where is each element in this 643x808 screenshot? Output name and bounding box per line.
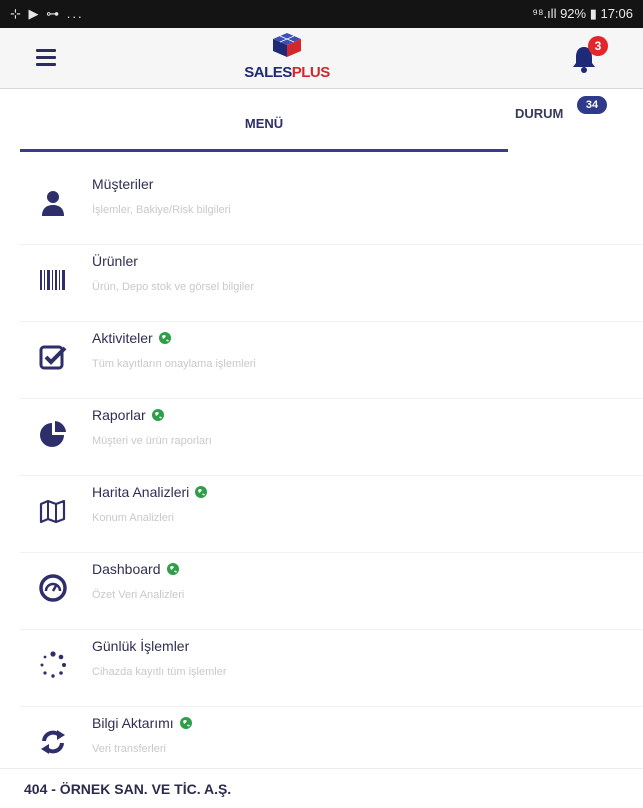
online-globe-icon	[166, 563, 179, 575]
menu-item-title: Ürünler	[92, 253, 138, 269]
menu-item-title: Bilgi Aktarımı	[92, 715, 192, 731]
cube-logo-icon	[273, 33, 301, 57]
online-globe-icon	[158, 332, 171, 344]
brand-name: SALESPLUS	[244, 64, 330, 81]
menu-item-subtitle: Cihazda kayıtlı tüm işlemler	[92, 666, 227, 678]
menu-item-raporlar[interactable]: Raporlar Müşteri ve ürün raporları	[20, 399, 643, 476]
menu-item-aktiviteler[interactable]: Aktiviteler Tüm kayıtların onaylama işle…	[20, 322, 643, 399]
online-globe-icon	[151, 409, 164, 421]
tab-durum[interactable]: DURUM 34	[515, 89, 625, 149]
menu-item-title: Dashboard	[92, 561, 179, 577]
menu-item-musteriler[interactable]: Müşteriler İşlemler, Bakiye/Risk bilgile…	[20, 168, 643, 245]
tab-bar: MENÜ DURUM 34	[0, 89, 643, 152]
menu-item-subtitle: İşlemler, Bakiye/Risk bilgileri	[92, 204, 231, 216]
user-icon	[42, 191, 64, 216]
menu-item-title: Harita Analizleri	[92, 484, 208, 500]
durum-count-badge: 34	[577, 96, 607, 114]
barcode-icon	[40, 270, 65, 290]
online-globe-icon	[179, 717, 192, 729]
tab-menu[interactable]: MENÜ	[20, 89, 508, 152]
menu-item-subtitle: Konum Analizleri	[92, 512, 174, 524]
app-bar: SALESPLUS 3	[0, 28, 643, 89]
pie-chart-icon	[40, 421, 66, 447]
footer: 404 - ÖRNEK SAN. VE TİC. A.Ş.	[0, 768, 643, 808]
menu-item-subtitle: Ürün, Depo stok ve görsel bilgiler	[92, 281, 255, 293]
tab-durum-label: DURUM	[515, 106, 564, 121]
map-icon	[39, 499, 66, 524]
menu-item-subtitle: Özet Veri Analizleri	[92, 589, 185, 601]
main-menu: Müşteriler İşlemler, Bakiye/Risk bilgile…	[20, 168, 643, 784]
sync-icon	[41, 730, 65, 754]
menu-item-title: Aktiviteler	[92, 330, 171, 346]
salesplus-logo: SALESPLUS	[237, 32, 337, 84]
menu-item-gunluk-islemler[interactable]: Günlük İşlemler Cihazda kayıtlı tüm işle…	[20, 630, 643, 707]
status-bar-right: ⁹⁸.ıll 92% ▮ 17:06	[532, 6, 633, 21]
menu-item-title: Günlük İşlemler	[92, 638, 190, 654]
status-bar: ⊹ ▶ ⊶ ... ⁹⁸.ıll 92% ▮ 17:06	[0, 0, 643, 28]
menu-item-title: Müşteriler	[92, 176, 154, 192]
menu-item-urunler[interactable]: Ürünler Ürün, Depo stok ve görsel bilgil…	[20, 245, 643, 322]
status-bar-left-icons: ⊹ ▶ ⊶ ...	[10, 6, 84, 21]
menu-item-harita-analizleri[interactable]: Harita Analizleri Konum Analizleri	[20, 476, 643, 553]
menu-item-subtitle: Müşteri ve ürün raporları	[92, 435, 212, 447]
online-globe-icon	[195, 486, 208, 498]
menu-item-subtitle: Tüm kayıtların onaylama işlemleri	[92, 358, 256, 370]
notification-badge: 3	[588, 36, 608, 56]
dashboard-icon	[39, 574, 67, 602]
tab-menu-label: MENÜ	[244, 116, 284, 131]
menu-icon[interactable]	[36, 49, 56, 66]
menu-item-dashboard[interactable]: Dashboard Özet Veri Analizleri	[20, 553, 643, 630]
spinner-icon	[40, 651, 66, 678]
company-name: 404 - ÖRNEK SAN. VE TİC. A.Ş.	[24, 781, 232, 797]
checkbox-icon	[39, 345, 67, 370]
menu-item-title: Raporlar	[92, 407, 164, 423]
menu-item-subtitle: Veri transferleri	[92, 743, 166, 755]
